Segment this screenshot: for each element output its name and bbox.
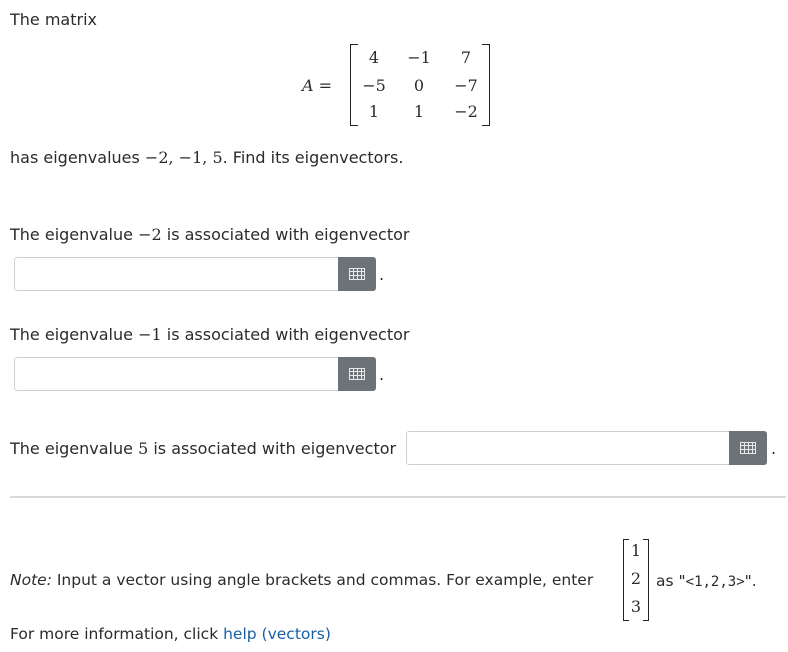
- q-post: is associated with eigenvector: [161, 225, 410, 244]
- keyboard-grid-icon: [349, 268, 365, 280]
- eigenvector-input-2[interactable]: [14, 357, 340, 391]
- q-post: is associated with eigenvector: [161, 325, 410, 344]
- keyboard-grid-icon: [349, 368, 365, 380]
- matrix-cell: 4: [368, 48, 380, 67]
- period: .: [379, 365, 385, 384]
- q-pre: The eigenvalue: [10, 325, 139, 344]
- keyboard-button-1[interactable]: [338, 257, 376, 291]
- help-vectors-link[interactable]: help (vectors): [223, 625, 331, 643]
- matrix-a: 4 −1 7 −5 0 −7 1 1 −2: [350, 44, 490, 126]
- example-vector-cell: 2: [630, 569, 642, 588]
- note-code: <1,2,3>: [685, 574, 745, 590]
- matrix-cell: −7: [454, 76, 478, 95]
- eigenvector-input-1[interactable]: [14, 257, 340, 291]
- question-2-text: The eigenvalue −1 is associated with eig…: [10, 325, 410, 344]
- eigenvalues-math: −2, −1, 5: [144, 148, 223, 167]
- matrix-cell: 1: [413, 102, 425, 121]
- question-3-text: The eigenvalue 5 is associated with eige…: [10, 439, 396, 458]
- note-label: Note:: [10, 571, 52, 589]
- matrix-cell: 1: [368, 102, 380, 121]
- q-post: is associated with eigenvector: [148, 439, 397, 458]
- period: .: [771, 439, 777, 458]
- help-pre: For more information, click: [10, 625, 224, 643]
- q-value: −2: [138, 225, 162, 244]
- eigenvalues-statement: has eigenvalues −2, −1, 5. Find its eige…: [10, 148, 403, 167]
- note-end: ".: [744, 572, 757, 590]
- note-as: as ": [656, 572, 686, 590]
- keyboard-button-3[interactable]: [729, 431, 767, 465]
- q-pre: The eigenvalue: [10, 439, 139, 458]
- q-value: −1: [138, 325, 162, 344]
- q-value: 5: [138, 439, 149, 458]
- example-vector-cell: 3: [630, 597, 642, 616]
- note-example-text: as "<1,2,3>".: [656, 572, 757, 590]
- matrix-cell: −1: [407, 48, 431, 67]
- question-1-text: The eigenvalue −2 is associated with eig…: [10, 225, 410, 244]
- q-pre: The eigenvalue: [10, 225, 139, 244]
- matrix-cell: 7: [460, 48, 472, 67]
- note-body: Input a vector using angle brackets and …: [51, 571, 594, 589]
- matrix-cell: −2: [454, 102, 478, 121]
- example-vector: 1 2 3: [623, 539, 649, 621]
- help-text: For more information, click help (vector…: [10, 625, 331, 643]
- keyboard-button-2[interactable]: [338, 357, 376, 391]
- period: .: [379, 265, 385, 284]
- example-vector-cell: 1: [630, 541, 642, 560]
- divider: [10, 496, 786, 498]
- matrix-cell: 0: [413, 76, 425, 95]
- note-text: Note: Input a vector using angle bracket…: [10, 571, 593, 589]
- keyboard-grid-icon: [740, 442, 756, 454]
- eigen-text-pre: has eigenvalues: [10, 148, 145, 167]
- eigenvector-input-3[interactable]: [406, 431, 732, 465]
- intro-text: The matrix: [10, 10, 97, 29]
- matrix-cell: −5: [362, 76, 386, 95]
- eigen-text-post: . Find its eigenvectors.: [222, 148, 404, 167]
- matrix-label: A =: [302, 76, 333, 95]
